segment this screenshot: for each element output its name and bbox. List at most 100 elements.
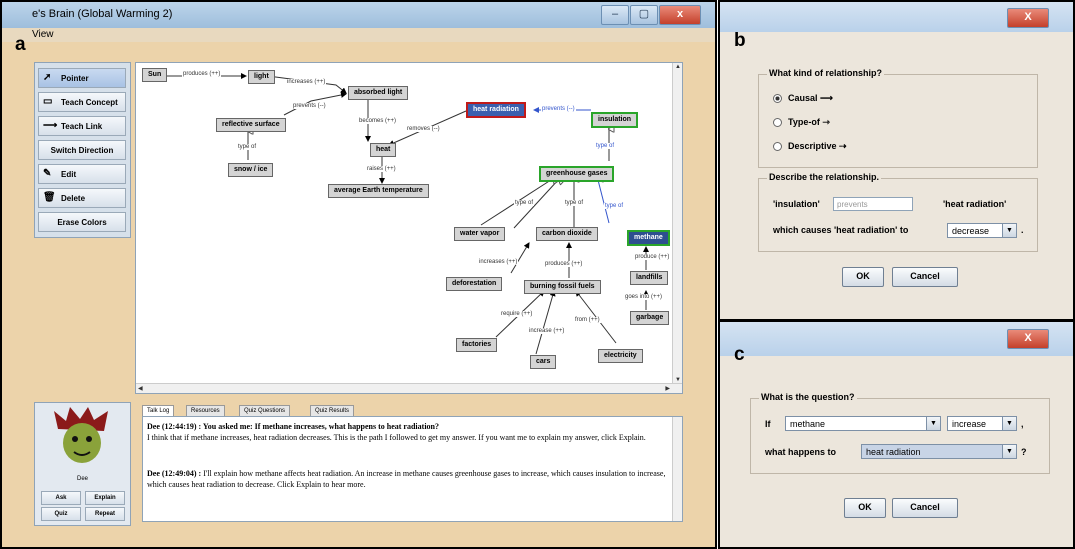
hollow-arrow-icon: ⇾ bbox=[822, 117, 830, 127]
cancel-button[interactable]: Cancel bbox=[892, 267, 958, 287]
chevron-down-icon: ▼ bbox=[1002, 445, 1016, 458]
node-sun[interactable]: Sun bbox=[142, 68, 168, 82]
menu-view[interactable]: View bbox=[32, 29, 54, 40]
from-concept-label: 'insulation' bbox=[773, 199, 820, 209]
node-absorbed-light[interactable]: absorbed light bbox=[348, 86, 409, 100]
node-methane[interactable]: methane bbox=[627, 230, 670, 246]
comma: , bbox=[1021, 419, 1024, 429]
teach-concept-button[interactable]: ▭ Teach Concept bbox=[38, 92, 126, 112]
edge-label: produces (++) bbox=[182, 71, 222, 77]
node-average-earth-temperature[interactable]: average Earth temperature bbox=[328, 184, 429, 198]
chevron-down-icon: ▼ bbox=[926, 417, 940, 430]
target-select[interactable]: heat radiation ▼ bbox=[861, 444, 1017, 459]
pointer-button[interactable]: ➚ Pointer bbox=[38, 68, 126, 88]
radio-type-of[interactable]: Type-of ⇾ bbox=[773, 117, 830, 128]
agent-avatar[interactable] bbox=[52, 407, 112, 469]
to-concept-label: 'heat radiation' bbox=[943, 199, 1007, 209]
chevron-down-icon: ▼ bbox=[1002, 417, 1016, 430]
concept-map-edges bbox=[166, 73, 649, 355]
log-scrollbar[interactable] bbox=[672, 417, 682, 521]
explain-button[interactable]: Explain bbox=[85, 491, 125, 505]
radio-descriptive[interactable]: Descriptive ⇢ bbox=[773, 141, 847, 152]
ok-button[interactable]: OK bbox=[842, 267, 884, 287]
node-reflective-surface[interactable]: reflective surface bbox=[216, 118, 286, 132]
group-title: What is the question? bbox=[759, 392, 857, 402]
panel-label-c: c bbox=[734, 344, 745, 365]
node-heat[interactable]: heat bbox=[370, 143, 397, 157]
node-factories[interactable]: factories bbox=[456, 338, 498, 352]
edge-label: produce (++) bbox=[634, 254, 671, 260]
edge-label: goes into (++) bbox=[624, 294, 664, 300]
chevron-down-icon: ▼ bbox=[1002, 224, 1016, 237]
edit-button[interactable]: ✎ Edit bbox=[38, 164, 126, 184]
link-icon: ⟶ bbox=[43, 120, 58, 131]
close-button[interactable]: x bbox=[659, 5, 701, 25]
dialog-c-close-button[interactable]: X bbox=[1007, 329, 1049, 349]
effect-select[interactable]: decrease ▼ bbox=[947, 223, 1017, 238]
log-entry-body: I think that if methane increases, heat … bbox=[147, 433, 646, 442]
node-deforestation[interactable]: deforestation bbox=[446, 277, 503, 291]
agent-name: Dee bbox=[76, 476, 88, 482]
toolbar: ➚ Pointer ▭ Teach Concept ⟶ Teach Link Swit… bbox=[34, 62, 131, 238]
node-garbage[interactable]: garbage bbox=[630, 311, 670, 325]
panel-label-a: a bbox=[15, 34, 26, 55]
ask-button[interactable]: Ask bbox=[41, 491, 81, 505]
maximize-button[interactable]: ▢ bbox=[630, 5, 658, 25]
question-group: What is the question? If methane ▼ increa… bbox=[750, 392, 1050, 474]
edge-label: becomes (++) bbox=[358, 118, 398, 124]
edge-label: prevents (--) bbox=[541, 106, 576, 112]
node-carbon-dioxide[interactable]: carbon dioxide bbox=[536, 227, 598, 241]
if-label: If bbox=[765, 419, 771, 429]
teach-link-button[interactable]: ⟶ Teach Link bbox=[38, 116, 126, 136]
erase-colors-button[interactable]: Erase Colors bbox=[38, 212, 126, 232]
edge-label: from (++) bbox=[574, 317, 601, 323]
period: . bbox=[1021, 225, 1024, 235]
cancel-button[interactable]: Cancel bbox=[892, 498, 958, 518]
change-select[interactable]: increase ▼ bbox=[947, 416, 1017, 431]
edit-icon: ✎ bbox=[43, 168, 52, 179]
arrow-pointer-icon: ➚ bbox=[43, 72, 52, 83]
talk-log: Dee (12:44:19) : You asked me: If methan… bbox=[142, 416, 683, 522]
panel-a: e's Brain (Global Warming 2) – ▢ x View … bbox=[0, 0, 717, 549]
panel-b: X What kind of relationship? Causal ⟶ Ty… bbox=[718, 0, 1075, 321]
describe-relationship-group: Describe the relationship. 'insulation' … bbox=[758, 172, 1038, 252]
solid-arrow-icon: ⟶ bbox=[820, 93, 833, 103]
log-entry: Dee (12:49:04) : I'll explain how methan… bbox=[147, 468, 670, 490]
switch-direction-button[interactable]: Switch Direction bbox=[38, 140, 126, 160]
ok-button[interactable]: OK bbox=[844, 498, 886, 518]
log-entry-body: I'll explain how methane affects heat ra… bbox=[147, 469, 666, 489]
trash-icon: 🗑 bbox=[43, 192, 56, 203]
relation-field[interactable]: prevents bbox=[833, 197, 913, 211]
radio-causal[interactable]: Causal ⟶ bbox=[773, 93, 833, 104]
node-heat-radiation[interactable]: heat radiation bbox=[466, 102, 526, 118]
edge-label: produces (++) bbox=[544, 261, 584, 267]
delete-button[interactable]: 🗑 Delete bbox=[38, 188, 126, 208]
edge-label: removes (--) bbox=[406, 126, 441, 132]
node-cars[interactable]: cars bbox=[530, 355, 557, 369]
node-greenhouse-gases[interactable]: greenhouse gases bbox=[539, 166, 615, 182]
node-insulation[interactable]: insulation bbox=[591, 112, 639, 128]
node-electricity[interactable]: electricity bbox=[598, 349, 643, 363]
main-window-title: e's Brain (Global Warming 2) bbox=[32, 8, 173, 20]
minimize-button[interactable]: – bbox=[601, 5, 629, 25]
main-window-titlebar: e's Brain (Global Warming 2) – ▢ x bbox=[2, 2, 715, 28]
edge-label: raises (++) bbox=[366, 166, 397, 172]
causes-label: which causes 'heat radiation' to bbox=[773, 225, 909, 235]
repeat-button[interactable]: Repeat bbox=[85, 507, 125, 521]
node-water-vapor[interactable]: water vapor bbox=[454, 227, 506, 241]
horizontal-scrollbar[interactable]: ◀ ▶ bbox=[136, 383, 682, 393]
node-snow-ice[interactable]: snow / ice bbox=[228, 163, 274, 177]
edge-label: increases (++) bbox=[478, 259, 519, 265]
vertical-scrollbar[interactable]: ▲ ▼ bbox=[672, 63, 682, 393]
node-light[interactable]: light bbox=[248, 70, 275, 84]
concept-map-canvas[interactable]: Sun light absorbed light heat radiation … bbox=[135, 62, 683, 394]
dialog-b-close-button[interactable]: X bbox=[1007, 8, 1049, 28]
menubar: View bbox=[2, 28, 715, 42]
quiz-button[interactable]: Quiz bbox=[41, 507, 81, 521]
edge-label: type of bbox=[514, 200, 535, 206]
node-landfills[interactable]: landfills bbox=[630, 271, 669, 285]
edge-label: type of bbox=[237, 144, 258, 150]
edge-label: type of bbox=[564, 200, 585, 206]
node-burning-fossil-fuels[interactable]: burning fossil fuels bbox=[524, 280, 601, 294]
subject-select[interactable]: methane ▼ bbox=[785, 416, 941, 431]
